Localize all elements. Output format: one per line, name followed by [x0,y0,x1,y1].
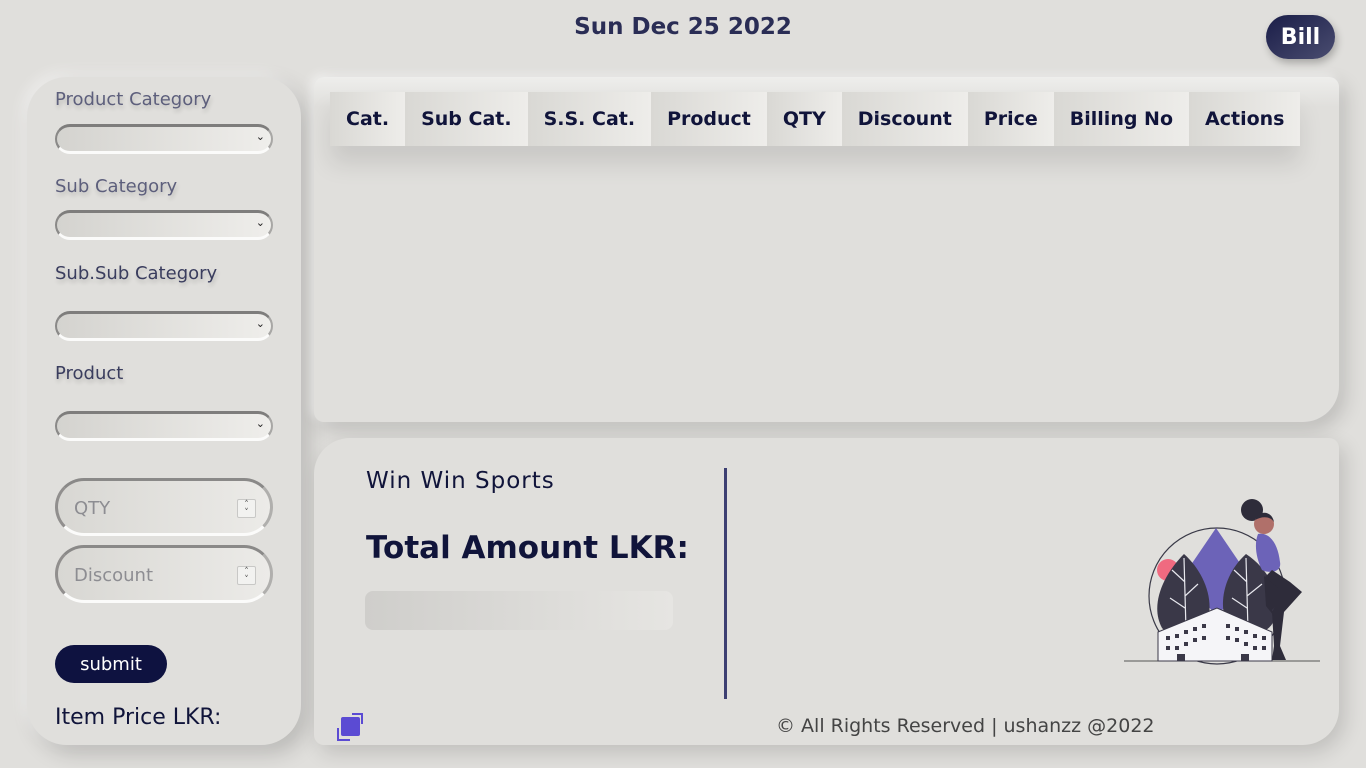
sub-category-select[interactable]: ⌄ [55,210,273,240]
product-category-select[interactable]: ⌄ [55,124,273,154]
column-header-actions: Actions [1189,92,1301,146]
column-header-billing-no: Billing No [1053,92,1190,146]
qty-placeholder: QTY [74,498,111,519]
product-category-label: Product Category [55,89,212,110]
column-header-discount: Discount [841,92,968,146]
sub-sub-category-label: Sub.Sub Category [55,263,218,284]
spinner-icon[interactable]: ˄ ˅ [237,499,256,518]
vertical-divider [724,468,727,699]
chevron-down-icon: ⌄ [255,317,265,330]
table-header: Cat. Sub Cat. S.S. Cat. Product QTY Disc… [330,92,1301,146]
product-select[interactable]: ⌄ [55,411,273,441]
column-header-sub-sub-category: S.S. Cat. [527,92,652,146]
product-label: Product [55,363,124,384]
submit-button[interactable]: submit [55,645,167,683]
column-header-product: Product [651,92,767,146]
item-price-label: Item Price LKR: [55,705,222,730]
billing-table-panel: Cat. Sub Cat. S.S. Cat. Product QTY Disc… [314,77,1339,422]
column-header-qty: QTY [766,92,842,146]
discount-input[interactable]: Discount ˄ ˅ [55,545,273,603]
spinner-icon[interactable]: ˄ ˅ [237,566,256,585]
copyright-text: © All Rights Reserved | ushanzz @2022 [776,715,1155,737]
total-amount-label: Total Amount LKR: [366,530,689,566]
bill-button[interactable]: Bill [1266,15,1335,59]
chevron-down-icon: ⌄ [255,216,265,229]
expand-icon[interactable] [336,712,364,742]
summary-panel: Win Win Sports Total Amount LKR: © All R… [314,438,1339,745]
sub-category-label: Sub Category [55,176,178,197]
discount-placeholder: Discount [74,565,154,586]
total-amount-value [365,591,673,630]
qty-input[interactable]: QTY ˄ ˅ [55,478,273,536]
city-woman-illustration [1124,499,1320,665]
product-form-panel: Product Category ⌄ Sub Category ⌄ Sub.Su… [27,77,301,745]
current-date: Sun Dec 25 2022 [574,14,792,40]
shop-name: Win Win Sports [366,468,555,494]
sub-sub-category-select[interactable]: ⌄ [55,311,273,341]
chevron-down-icon: ⌄ [255,130,265,143]
chevron-down-icon: ⌄ [255,417,265,430]
column-header-category: Cat. [330,92,406,146]
column-header-price: Price [967,92,1054,146]
column-header-sub-category: Sub Cat. [405,92,528,146]
